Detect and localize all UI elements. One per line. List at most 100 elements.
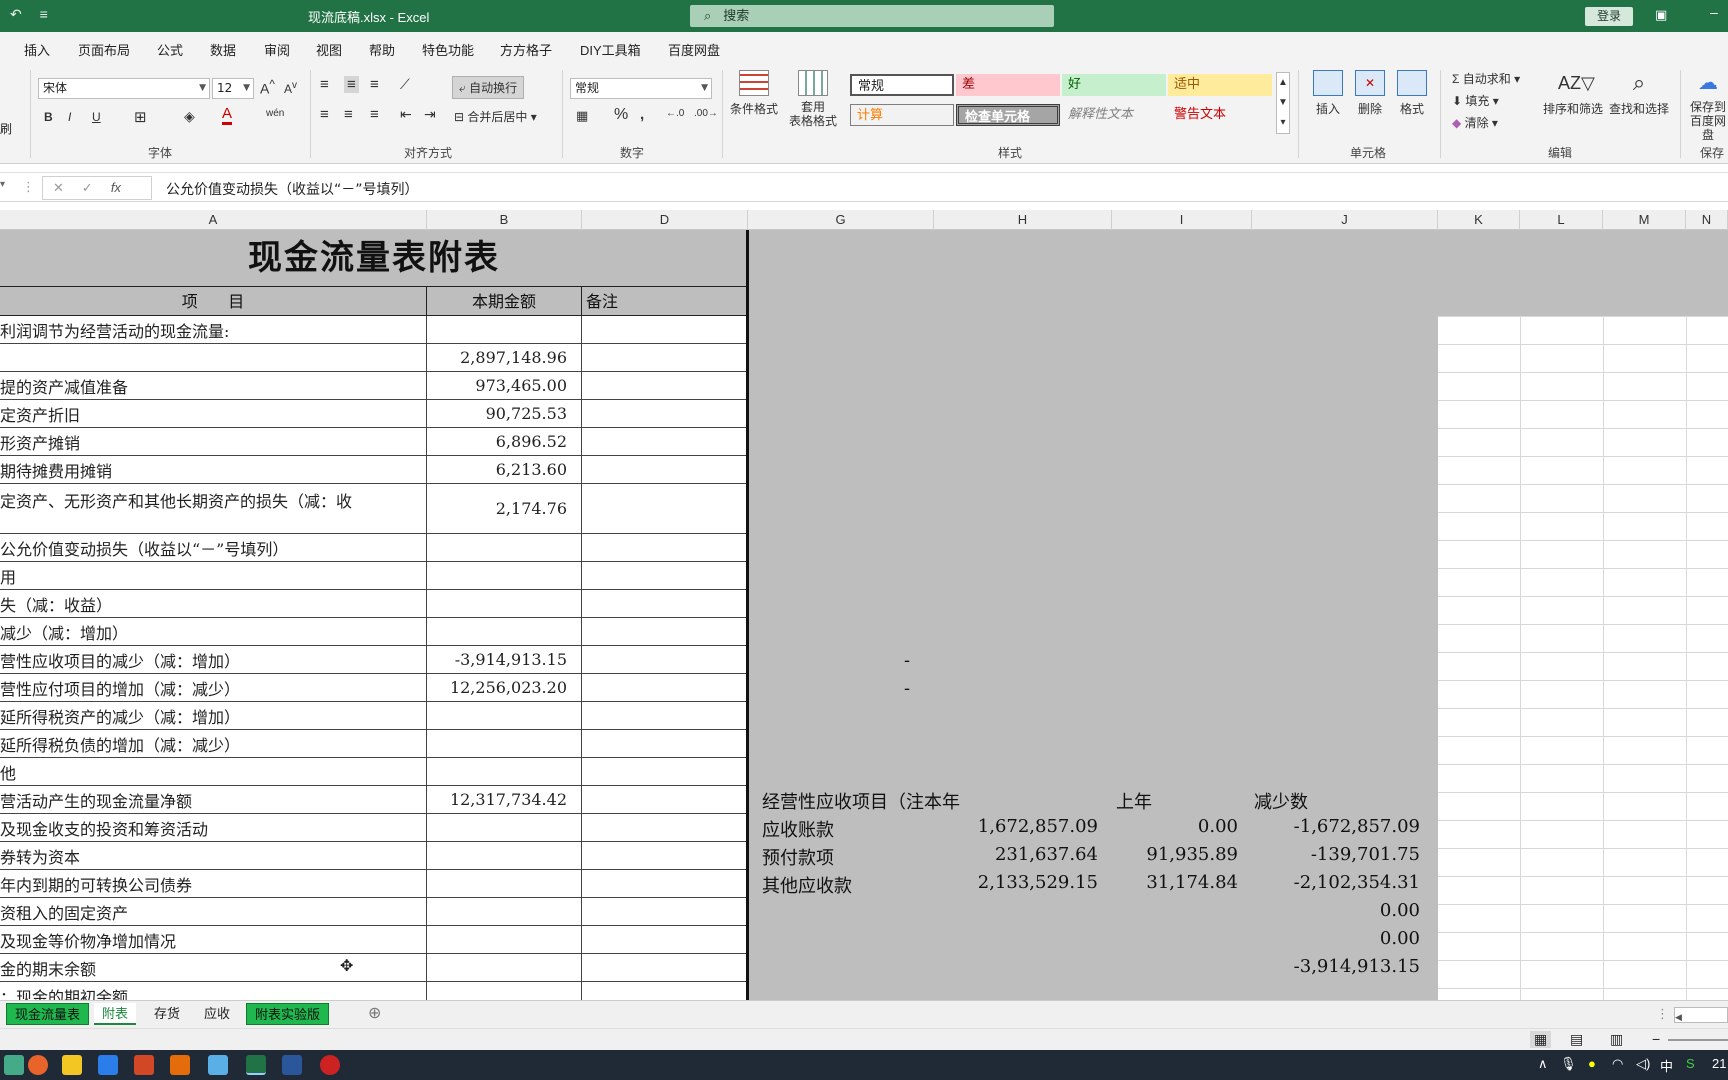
side-previous[interactable]: 91,935.89 xyxy=(1100,844,1238,865)
increase-decimal-icon[interactable]: ←.0 xyxy=(666,108,684,119)
cell-note[interactable] xyxy=(582,456,746,483)
tab-receivable[interactable]: 应收 xyxy=(196,1003,238,1025)
side-decrease[interactable]: 0.00 xyxy=(1240,900,1420,921)
cell-item[interactable]: 及现金收支的投资和筹资活动 xyxy=(0,814,427,841)
table-format-button[interactable]: 套用 表格格式 xyxy=(782,70,844,128)
save-baidu-button[interactable]: ☁ 保存到 百度网盘 xyxy=(1688,70,1728,142)
style-normal[interactable]: 常规 xyxy=(850,74,954,96)
sort-filter-button[interactable]: AZ▽ 排序和筛选 xyxy=(1542,70,1604,117)
cell-item[interactable]: 形资产摊销 xyxy=(0,428,427,455)
cell-note[interactable] xyxy=(582,534,746,561)
decrease-indent-icon[interactable]: ⇤ xyxy=(400,106,412,123)
cell-amount[interactable] xyxy=(427,898,582,925)
italic-button[interactable]: I xyxy=(68,110,71,124)
word-icon[interactable] xyxy=(282,1055,302,1075)
col-header-g[interactable]: G xyxy=(748,210,934,230)
cell-amount[interactable]: 2,897,148.96 xyxy=(427,344,582,371)
cell-note[interactable] xyxy=(582,590,746,617)
folder-icon[interactable] xyxy=(62,1055,82,1075)
font-size-select[interactable]: 12 ▼ xyxy=(212,78,254,99)
decrease-font-icon[interactable]: Av xyxy=(284,80,297,96)
horizontal-scrollbar[interactable]: ◀ xyxy=(1674,1007,1728,1023)
cell-note[interactable] xyxy=(582,926,746,953)
col-header-n[interactable]: N xyxy=(1686,210,1728,230)
header-amount[interactable]: 本期金额 xyxy=(427,287,582,316)
cell-amount[interactable] xyxy=(427,534,582,561)
side-decrease[interactable]: -2,102,354.31 xyxy=(1240,872,1420,893)
col-header-a[interactable]: A xyxy=(0,210,427,230)
volume-icon[interactable]: ◁) xyxy=(1636,1056,1650,1072)
format-painter-label[interactable]: 刷 xyxy=(0,120,12,137)
cell-item[interactable]: 营性应收项目的减少（减：增加） xyxy=(0,646,427,673)
cell-note[interactable] xyxy=(582,730,746,757)
cell-note[interactable] xyxy=(582,954,746,981)
cell-amount[interactable] xyxy=(427,842,582,869)
side-decrease[interactable]: 0.00 xyxy=(1240,928,1420,949)
side-current[interactable]: 1,672,857.09 xyxy=(900,816,1098,837)
cell-note[interactable] xyxy=(582,898,746,925)
ribbon-display-icon[interactable]: ▣ xyxy=(1655,7,1667,23)
app-cloud-icon[interactable] xyxy=(208,1055,228,1075)
tab-appendix[interactable]: 附表 xyxy=(94,1003,137,1025)
cell-note[interactable] xyxy=(582,428,746,455)
fill-color-icon[interactable]: ◈ xyxy=(184,108,195,125)
sheet-title[interactable]: 现金流量表附表 xyxy=(0,230,748,286)
cell-amount[interactable] xyxy=(427,562,582,589)
tab-help[interactable]: 帮助 xyxy=(369,40,395,59)
tab-special[interactable]: 特色功能 xyxy=(422,40,474,59)
underline-button[interactable]: U xyxy=(92,110,101,124)
cell-note[interactable] xyxy=(582,372,746,399)
cell-amount[interactable] xyxy=(427,954,582,981)
cell-amount[interactable]: 973,465.00 xyxy=(427,372,582,399)
app-g-icon[interactable] xyxy=(170,1055,190,1075)
excel-icon[interactable] xyxy=(246,1055,266,1075)
cell-note[interactable] xyxy=(582,982,746,1000)
merge-center-button[interactable]: ⊟ 合并后居中 ▾ xyxy=(454,108,537,125)
side-previous[interactable]: 31,174.84 xyxy=(1100,872,1238,893)
percent-icon[interactable]: % xyxy=(614,106,628,124)
tab-formulas[interactable]: 公式 xyxy=(157,40,183,59)
tray-chevron-icon[interactable]: ∧ xyxy=(1538,1056,1548,1072)
customize-qat-icon[interactable]: ≡ xyxy=(40,6,48,22)
tab-page-layout[interactable]: 页面布局 xyxy=(78,40,130,59)
side-header-prev[interactable]: 上年 xyxy=(1116,788,1152,814)
ime-indicator[interactable]: 中 xyxy=(1660,1056,1673,1075)
cell-note[interactable] xyxy=(582,814,746,841)
cell-note[interactable] xyxy=(582,618,746,645)
col-header-k[interactable]: K xyxy=(1438,210,1520,230)
styles-gallery-scroll[interactable]: ▲ ▼ ▾ xyxy=(1276,72,1290,134)
cell-item[interactable]: 期待摊费用摊销 xyxy=(0,456,427,483)
cell-amount[interactable] xyxy=(427,870,582,897)
accounting-format-icon[interactable]: ▦ xyxy=(576,108,588,124)
col-header-b[interactable]: B xyxy=(427,210,582,230)
style-good[interactable]: 好 xyxy=(1062,74,1166,96)
scroll-left-icon[interactable]: ◀ xyxy=(1675,1012,1682,1022)
cell-item[interactable]: 利润调节为经营活动的现金流量: xyxy=(0,316,427,343)
add-sheet-icon[interactable]: ⊕ xyxy=(360,1003,389,1025)
cell-item[interactable]: 资租入的固定资产 xyxy=(0,898,427,925)
align-center-icon[interactable]: ≡ xyxy=(344,106,353,123)
tab-view[interactable]: 视图 xyxy=(316,40,342,59)
cell-item[interactable]: 失（减：收益） xyxy=(0,590,427,617)
cell-amount[interactable]: -3,914,913.15 xyxy=(427,646,582,673)
orientation-icon[interactable]: ⟋ xyxy=(400,76,410,93)
cell-item[interactable]: 延所得税资产的减少（减：增加） xyxy=(0,702,427,729)
side-decrease[interactable]: -1,672,857.09 xyxy=(1240,816,1420,837)
zoom-slider[interactable] xyxy=(1668,1039,1728,1041)
page-layout-view-icon[interactable]: ▤ xyxy=(1570,1031,1583,1048)
cell-item[interactable]: 金的期末余额 xyxy=(0,954,427,981)
cell-amount[interactable]: 90,725.53 xyxy=(427,400,582,427)
cell-amount[interactable] xyxy=(427,926,582,953)
col-header-h[interactable]: H xyxy=(934,210,1112,230)
search-input[interactable]: ⌕ 搜索 xyxy=(690,5,1054,27)
tabs-splitter[interactable]: ⋮ xyxy=(1648,1003,1677,1025)
align-middle-icon[interactable]: ≡ xyxy=(344,76,359,93)
cell-note[interactable] xyxy=(582,674,746,701)
clear-button[interactable]: ◆ 清除 ▾ xyxy=(1452,114,1498,131)
align-bottom-icon[interactable]: ≡ xyxy=(370,76,379,93)
tab-baidu-netdisk[interactable]: 百度网盘 xyxy=(668,40,720,59)
cell-item[interactable]: 他 xyxy=(0,758,427,785)
cell-note[interactable] xyxy=(582,562,746,589)
name-box-dropdown[interactable]: ▾ xyxy=(0,179,10,190)
tab-appendix-experimental[interactable]: 附表实验版 xyxy=(246,1003,330,1025)
